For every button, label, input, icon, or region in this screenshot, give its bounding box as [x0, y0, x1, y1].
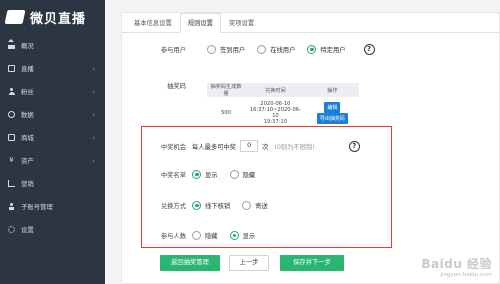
radio-label: 特定用户: [320, 46, 346, 54]
sidebar-item-label: 概况: [21, 42, 34, 50]
column-header: 兑换时间: [245, 83, 306, 97]
save-and-next-button[interactable]: 保存并下一步: [280, 255, 344, 271]
logo-icon: [4, 10, 26, 24]
eye-icon: [8, 111, 15, 118]
sidebar-item-label: 直播: [21, 65, 34, 73]
table-row: 500 2020-06-10 16:37:10~2020-06-10 19:37…: [207, 97, 359, 129]
column-header: 操作: [305, 83, 359, 97]
tab-bar: 基本信息设置 规则设置 奖项设置: [122, 13, 499, 33]
sidebar-item-assets[interactable]: ¥ 资产 ‹: [0, 149, 105, 172]
sidebar-item-label: 子账号管理: [21, 203, 53, 211]
sidebar-item-fans[interactable]: 粉丝 ‹: [0, 80, 105, 103]
sidebar-item-settings[interactable]: 设置: [0, 218, 105, 241]
user-icon: [8, 88, 15, 95]
participants-label: 参与用户: [160, 46, 186, 54]
main-content: 基本信息设置 规则设置 奖项设置 参与用户 签到用户 在线用户 特定用户 ? 抽…: [105, 0, 500, 284]
chevron-left-icon: ‹: [92, 87, 95, 96]
back-to-lottery-button[interactable]: 返回抽奖管理: [160, 255, 220, 271]
radio-indicator: [207, 44, 216, 54]
code-count: 500: [221, 110, 231, 116]
bar-chart-icon: [8, 180, 15, 187]
sidebar-item-label: 商城: [21, 134, 34, 142]
column-header: 抽奖码生成数量: [207, 83, 246, 97]
sidebar-item-label: 设置: [21, 226, 34, 234]
redeem-time: 2020-06-10 16:37:10~2020-06-10 19:37:10: [245, 97, 306, 129]
sidebar: 微贝直播 概况 直播 ‹ 粉丝 ‹ 数据 ‹ 商城 ‹ ¥ 资产 ‹ 营销 子账…: [0, 0, 105, 284]
annotation-highlight-box: [141, 126, 392, 248]
sidebar-item-data[interactable]: 数据 ‹: [0, 103, 105, 126]
export-codes-button[interactable]: 导出抽奖码: [316, 113, 348, 124]
tab-rules[interactable]: 规则设置: [179, 13, 221, 33]
sidebar-item-overview[interactable]: 概况: [0, 34, 105, 57]
edit-button[interactable]: 编辑: [324, 102, 341, 113]
radio-checkin-users[interactable]: 签到用户: [207, 44, 246, 54]
sidebar-item-label: 资产: [21, 157, 34, 165]
sidebar-item-label: 营销: [21, 180, 34, 188]
watermark: Baidu 经验 jingyan.baidu.com: [421, 255, 492, 278]
lottery-code-label: 抽奖码: [167, 82, 186, 90]
row-actions: 编辑 导出抽奖码: [306, 97, 359, 129]
sidebar-item-marketing[interactable]: 营销: [0, 172, 105, 195]
prev-step-button[interactable]: 上一步: [229, 255, 269, 271]
radio-specific-users[interactable]: 特定用户: [307, 44, 346, 54]
gear-icon: [8, 226, 15, 233]
redeem-time-line: 16:37:10~2020-06-10: [249, 107, 301, 119]
sidebar-item-mall[interactable]: 商城 ‹: [0, 126, 105, 149]
bag-icon: [8, 134, 15, 141]
person-icon: [8, 203, 15, 210]
watermark-url: jingyan.baidu.com: [440, 272, 492, 278]
lottery-code-table: 抽奖码生成数量 兑换时间 操作 500 2020-06-10 16:37:10~…: [207, 83, 359, 129]
help-icon[interactable]: ?: [363, 43, 375, 55]
chevron-left-icon: ‹: [92, 133, 95, 142]
radio-label: 在线用户: [270, 46, 296, 54]
sidebar-item-label: 粉丝: [21, 88, 34, 96]
yen-icon: ¥: [9, 156, 14, 164]
tv-icon: [8, 65, 15, 72]
home-icon: [8, 39, 15, 49]
radio-label: 签到用户: [220, 46, 246, 54]
chevron-left-icon: ‹: [92, 64, 95, 73]
table-header-row: 抽奖码生成数量 兑换时间 操作: [207, 83, 359, 97]
redeem-time-line: 19:37:10: [263, 119, 288, 125]
sidebar-item-label: 数据: [21, 111, 34, 119]
brand-logo[interactable]: 微贝直播: [0, 0, 105, 34]
brand-name: 微贝直播: [30, 11, 87, 27]
chevron-left-icon: ‹: [92, 156, 95, 165]
sidebar-item-live[interactable]: 直播 ‹: [0, 57, 105, 80]
tab-prizes[interactable]: 奖项设置: [221, 13, 262, 33]
participants-row: 参与用户 签到用户 在线用户 特定用户 ?: [122, 43, 500, 55]
watermark-brand: Baidu 经验: [421, 257, 492, 271]
tab-basic-info[interactable]: 基本信息设置: [126, 13, 180, 33]
radio-online-users[interactable]: 在线用户: [257, 44, 296, 54]
sidebar-item-subaccounts[interactable]: 子账号管理: [0, 195, 105, 218]
chevron-left-icon: ‹: [92, 110, 95, 119]
radio-indicator: [257, 44, 267, 54]
radio-indicator: [307, 44, 317, 54]
